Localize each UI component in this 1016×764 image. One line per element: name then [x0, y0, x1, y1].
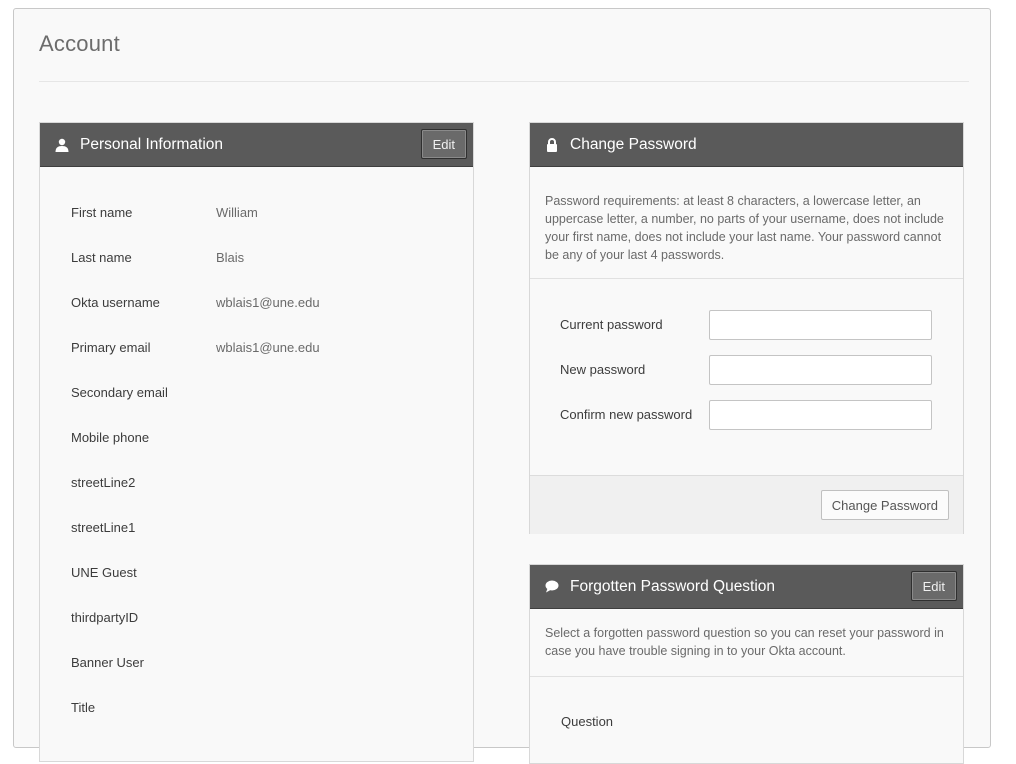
edit-forgotten-question-button[interactable]: Edit — [910, 571, 957, 601]
edit-personal-info-button[interactable]: Edit — [420, 129, 467, 159]
forgotten-question-description: Select a forgotten password question so … — [545, 626, 944, 658]
field-value: wblais1@une.edu — [216, 340, 320, 355]
field-label: streetLine2 — [71, 475, 136, 490]
field-label: Title — [71, 700, 96, 715]
user-icon — [54, 137, 70, 153]
field-label: streetLine1 — [71, 520, 136, 535]
change-password-title: Change Password — [570, 135, 697, 153]
field-label: UNE Guest — [71, 565, 137, 580]
current-password-row: Current password — [560, 310, 935, 340]
change-password-header: Change Password — [530, 123, 963, 167]
field-label: Primary email — [71, 340, 151, 355]
field-label: Banner User — [71, 655, 144, 670]
field-label: Secondary email — [71, 385, 168, 400]
password-requirements: Password requirements: at least 8 charac… — [545, 194, 944, 262]
field-value: wblais1@une.edu — [216, 295, 320, 310]
new-password-row: New password — [560, 355, 935, 385]
divider — [530, 278, 963, 279]
lock-icon — [544, 137, 560, 153]
change-password-panel: Change Password Password requirements: a… — [529, 122, 964, 534]
confirm-password-input[interactable] — [709, 400, 932, 430]
field-label: First name — [71, 205, 133, 220]
change-password-footer: Change Password — [530, 475, 963, 534]
question-label: Question — [561, 714, 614, 729]
current-password-label: Current password — [560, 317, 663, 332]
personal-information-title: Personal Information — [80, 135, 224, 153]
field-label: Okta username — [71, 295, 160, 310]
new-password-label: New password — [560, 362, 646, 377]
forgotten-password-question-panel: Forgotten Password Question Edit Select … — [529, 564, 964, 764]
confirm-password-label: Confirm new password — [560, 407, 693, 422]
personal-information-header: Personal Information Edit — [40, 123, 473, 167]
speech-bubble-icon — [544, 579, 560, 595]
current-password-input[interactable] — [709, 310, 932, 340]
field-value: William — [216, 205, 258, 220]
new-password-input[interactable] — [709, 355, 932, 385]
forgotten-question-title: Forgotten Password Question — [570, 577, 776, 595]
field-label: thirdpartyID — [71, 610, 139, 625]
field-label: Last name — [71, 250, 132, 265]
confirm-password-row: Confirm new password — [560, 400, 935, 430]
title-divider — [39, 81, 969, 82]
change-password-button[interactable]: Change Password — [820, 490, 949, 520]
forgotten-question-header: Forgotten Password Question Edit — [530, 565, 963, 609]
divider — [530, 676, 963, 677]
page-title: Account — [39, 31, 120, 56]
field-label: Mobile phone — [71, 430, 150, 445]
personal-information-panel: Personal Information Edit First name Wil… — [39, 122, 474, 762]
field-value: Blais — [216, 250, 245, 265]
